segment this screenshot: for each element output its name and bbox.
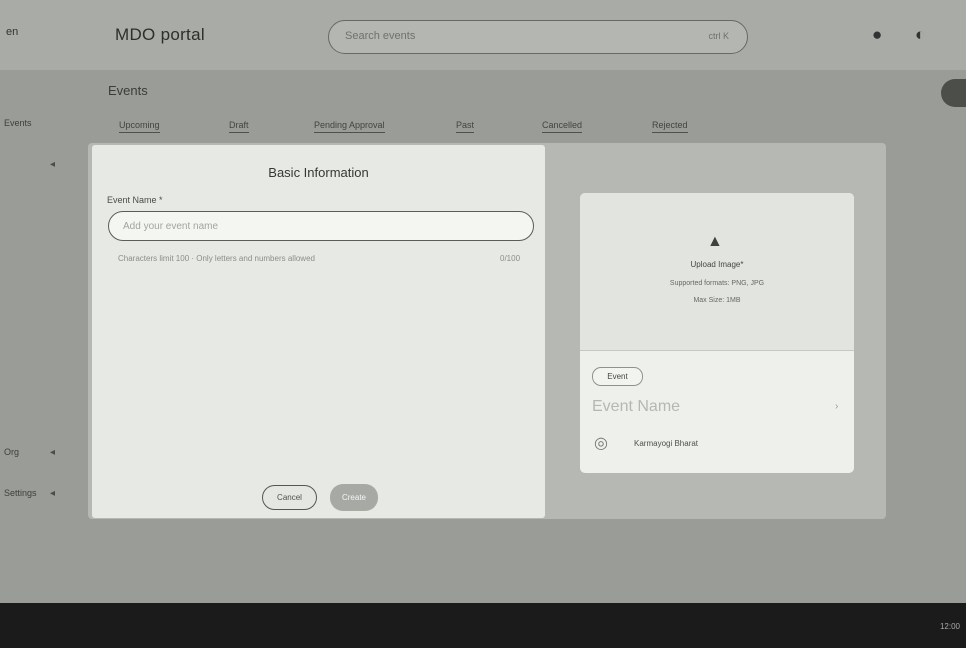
sidebar-handle-icon: ◂ [50, 488, 56, 499]
taskbar: 12:00 [0, 603, 966, 648]
tab-upcoming[interactable]: Upcoming [119, 120, 160, 133]
taskbar-clock: 12:00 [939, 622, 960, 631]
search-placeholder: Search events [345, 30, 416, 42]
event-name-helper: Characters limit 100 · Only letters and … [118, 254, 315, 263]
bell-icon[interactable]: ● [872, 25, 882, 45]
profile-icon[interactable]: ◐ [915, 25, 925, 45]
tab-rejected[interactable]: Rejected [652, 120, 688, 133]
sidebar-item-org[interactable]: Org [4, 447, 19, 457]
event-type-chip: Event [592, 367, 643, 386]
event-name-label: Event Name * [107, 195, 163, 205]
cancel-button[interactable]: Cancel [262, 485, 317, 510]
sidebar-handle-icon: ◂ [50, 159, 56, 170]
community-label: Karmayogi Bharat [634, 439, 699, 448]
tab-cancelled[interactable]: Cancelled [542, 120, 583, 133]
app-title[interactable]: MDO portal [115, 25, 205, 45]
tab-pending-approval[interactable]: Pending Approval [314, 120, 385, 133]
chevron-right-icon: › [835, 401, 839, 412]
left-edge-text: en [6, 26, 19, 38]
upload-icon: ▲ [707, 233, 723, 250]
event-name-input[interactable] [108, 211, 534, 241]
upload-image-area[interactable]: ▲ Upload Image* Supported formats: PNG, … [580, 193, 854, 351]
character-count: 0/100 [500, 254, 521, 263]
upload-formats: Supported formats: PNG, JPG [669, 280, 765, 287]
event-preview-card: ▲ Upload Image* Supported formats: PNG, … [580, 193, 854, 473]
top-header: en MDO portal Search events ctrl K ● ◐ [0, 0, 966, 70]
tab-draft[interactable]: Draft [229, 120, 249, 133]
upload-size: Max Size: 1MB [693, 297, 741, 304]
events-tabs: Upcoming Draft Pending Approval Past Can… [104, 120, 864, 138]
event-name-preview: Event Name [592, 398, 681, 415]
sidebar-handle-icon: ◂ [50, 447, 56, 458]
community-logo-icon: ◎ [594, 435, 608, 452]
upload-title: Upload Image* [690, 260, 744, 269]
dialog-title: Basic Information [268, 165, 369, 180]
create-button[interactable]: Create [330, 484, 378, 511]
sidebar-item-settings[interactable]: Settings [4, 488, 37, 498]
tab-past[interactable]: Past [456, 120, 475, 133]
search-shortcut-hint: ctrl K [708, 31, 729, 41]
search-input[interactable]: Search events ctrl K [328, 20, 748, 54]
sidebar-item-events[interactable]: Events [4, 118, 32, 128]
page-title: Events [108, 83, 148, 98]
action-button[interactable] [941, 79, 966, 107]
basic-information-dialog: Basic Information Event Name * Character… [92, 145, 545, 518]
